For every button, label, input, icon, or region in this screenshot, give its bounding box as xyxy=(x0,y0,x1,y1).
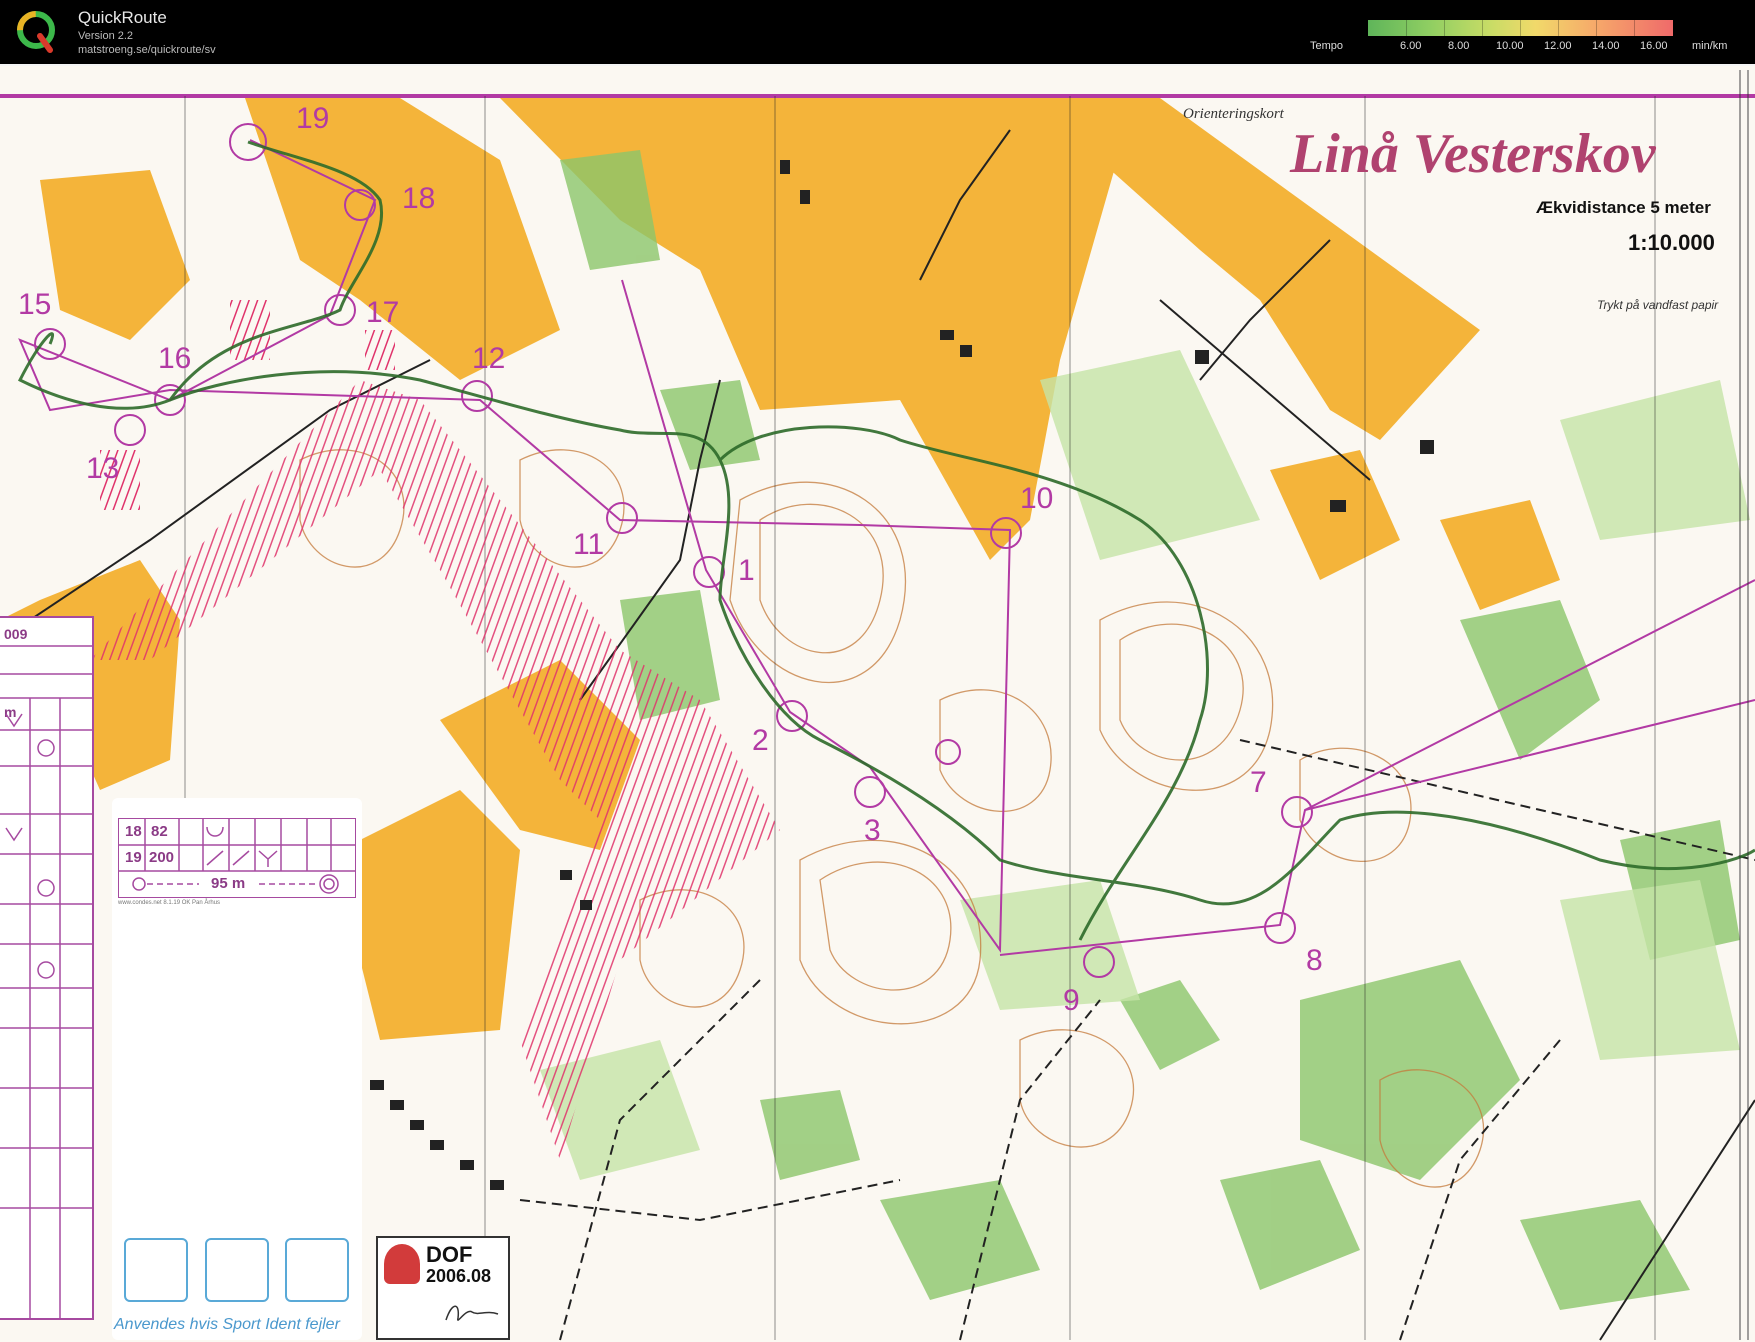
control-number: 2 xyxy=(752,724,769,757)
dof-logo-icon xyxy=(384,1244,420,1284)
dof-version: 2006.08 xyxy=(426,1266,492,1286)
control-number: 9 xyxy=(1063,984,1080,1017)
quickroute-logo-icon xyxy=(17,11,55,53)
tempo-tick: 16.00 xyxy=(1640,40,1668,52)
card-control-code: 200 xyxy=(149,849,175,866)
tempo-label: Tempo xyxy=(1310,40,1344,52)
control-number: 13 xyxy=(86,452,120,485)
control-number: 8 xyxy=(1306,944,1323,977)
signature-icon xyxy=(445,1305,499,1321)
tempo-unit: min/km xyxy=(1692,40,1728,52)
control-number: 17 xyxy=(366,296,400,329)
app-url[interactable]: matstroeng.se/quickroute/sv xyxy=(78,44,216,56)
app-version: Version 2.2 xyxy=(78,30,134,42)
control-number: 15 xyxy=(18,288,52,321)
card-control-code: 82 xyxy=(151,823,168,840)
punch-box xyxy=(124,1238,188,1302)
control-number: 3 xyxy=(864,814,881,847)
tempo-tick: 14.00 xyxy=(1592,40,1620,52)
control-descriptions: 009 m xyxy=(0,616,94,1320)
control-number: 12 xyxy=(472,342,506,375)
title-bar: QuickRoute Version 2.2 matstroeng.se/qui… xyxy=(0,0,1755,64)
control-number: 18 xyxy=(402,182,436,215)
map-paper-note: Trykt på vandfast papir xyxy=(1597,298,1719,312)
card-description-table: 18 82 19 200 95 m xyxy=(118,818,356,898)
punch-box xyxy=(205,1238,269,1302)
card-small-print: www.condes.net 8.1.19 OK Pan Århus xyxy=(118,900,221,906)
card-control-code: 19 xyxy=(125,849,142,866)
dof-stamp: DOF 2006.08 xyxy=(376,1236,510,1340)
tempo-tick: 6.00 xyxy=(1400,40,1422,52)
tempo-tick: 8.00 xyxy=(1448,40,1470,52)
card-footer-text: Anvendes hvis Sport Ident fejler xyxy=(114,1316,340,1333)
punch-box xyxy=(285,1238,349,1302)
map-kind-label: Orienteringskort xyxy=(1183,106,1284,122)
map-title: Linå Vesterskov xyxy=(1290,123,1656,185)
tempo-color-scale xyxy=(1368,20,1673,36)
control-number: 7 xyxy=(1250,766,1267,799)
control-number: 16 xyxy=(158,342,192,375)
control-number: 1 xyxy=(738,554,755,587)
map-scale: 1:10.000 xyxy=(1628,230,1715,255)
control-number: 19 xyxy=(296,102,330,135)
app-name: QuickRoute xyxy=(78,8,167,27)
control-number: 10 xyxy=(1020,482,1054,515)
tempo-tick: 12.00 xyxy=(1544,40,1572,52)
control-number: 11 xyxy=(573,528,605,561)
description-grid xyxy=(0,645,92,1318)
dof-name: DOF xyxy=(426,1242,473,1267)
card-finish-distance: 95 m xyxy=(211,875,246,892)
map-equidistance: Ækvidistance 5 meter xyxy=(1536,198,1711,217)
card-control-code: 18 xyxy=(125,823,142,840)
tempo-tick: 10.00 xyxy=(1496,40,1524,52)
